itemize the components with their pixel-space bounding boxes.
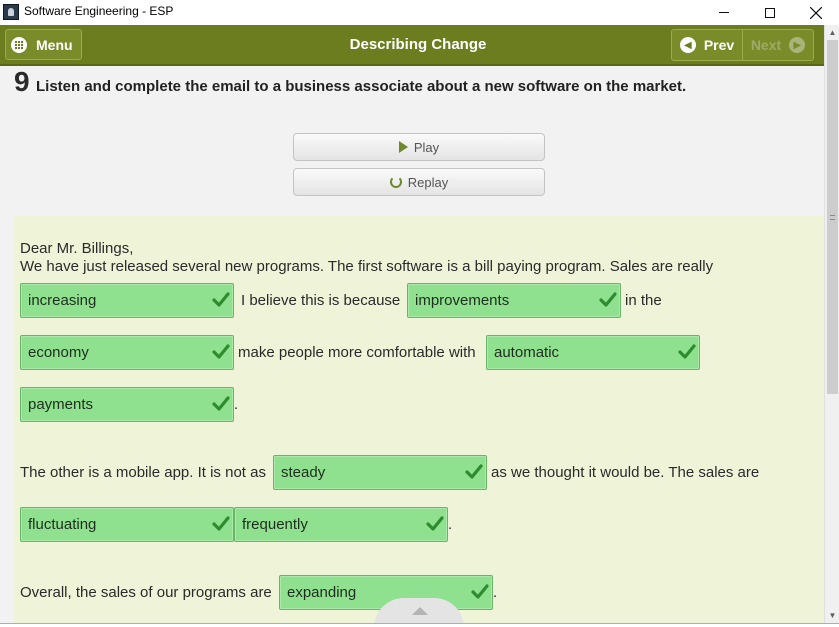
app-header: Menu Describing Change ◀ Prev Next ▶ [0,25,824,66]
answer-value: steady [281,464,326,481]
email-text: . [234,396,239,413]
email-text: . [493,584,498,601]
exercise-number: 9 [14,66,30,97]
answer-value: payments [28,396,94,413]
prev-label: Prev [703,37,735,53]
app-icon [3,4,19,20]
answer-field[interactable]: payments [20,387,234,422]
answer-value: frequently [242,516,308,533]
minimize-icon [719,12,729,13]
scroll-up-arrow-icon[interactable]: ▲ [825,25,839,40]
answer-field[interactable]: improvements [407,283,621,318]
close-icon [810,6,822,19]
checkmark-icon [212,344,230,359]
email-body: Dear Mr. Billings, We have just released… [14,216,824,623]
vertical-scrollbar[interactable]: ▲ ▼ [824,25,839,623]
maximize-icon [765,7,775,18]
scroll-down-arrow-icon[interactable]: ▼ [825,608,839,623]
answer-field[interactable]: automatic [486,335,700,370]
exercise-content: 9 Listen and complete the email to a bus… [0,66,824,623]
email-line: We have just released several new progra… [20,258,714,275]
answer-value: increasing [28,292,97,309]
checkmark-icon [426,516,444,531]
checkmark-icon [212,396,230,411]
window-titlebar: Software Engineering - ESP [0,0,839,25]
answer-value: fluctuating [28,516,97,533]
answer-value: expanding [287,584,357,601]
scrollbar-thumb[interactable] [827,40,838,394]
play-icon [398,141,408,153]
checkmark-icon [599,292,617,307]
play-button[interactable]: Play [293,133,545,161]
answer-field[interactable]: increasing [20,283,234,318]
email-salutation: Dear Mr. Billings, [20,240,134,257]
maximize-button[interactable] [747,0,793,25]
window-title: Software Engineering - ESP [24,4,174,18]
email-text: in the [625,292,662,309]
answer-field[interactable]: steady [273,455,487,490]
email-text: I believe this is because [241,292,401,309]
email-text: make people more comfortable with [238,344,476,361]
replay-icon [389,176,402,188]
checkmark-icon [678,344,696,359]
checkmark-icon [212,516,230,531]
play-label: Play [413,139,440,155]
answer-field[interactable]: frequently [234,507,448,542]
answer-value: automatic [494,344,560,361]
replay-button[interactable]: Replay [293,168,545,196]
email-text: . [448,516,453,533]
minimize-button[interactable] [701,0,747,25]
scroll-grip-icon [830,215,835,220]
prev-button[interactable]: ◀ Prev [672,30,743,60]
pagination-nav: ◀ Prev Next ▶ [671,29,814,61]
chevron-left-icon: ◀ [679,37,696,53]
chevron-right-icon: ▶ [789,37,806,53]
answer-field[interactable]: fluctuating [20,507,234,542]
checkmark-icon [465,464,483,479]
checkmark-icon [471,584,489,599]
email-text: as we thought it would be. The sales are [491,464,760,481]
email-text: Overall, the sales of our programs are [20,584,272,601]
exercise-instruction: Listen and complete the email to a busin… [36,78,687,95]
window-bottom-edge [0,623,839,627]
email-text: The other is a mobile app. It is not as [20,464,266,481]
answer-value: improvements [415,292,510,309]
replay-label: Replay [407,174,449,190]
next-button[interactable]: Next ▶ [743,30,813,60]
answer-value: economy [28,344,89,361]
checkmark-icon [212,292,230,307]
next-label: Next [750,37,782,53]
answer-field[interactable]: economy [20,335,234,370]
close-button[interactable] [793,0,839,25]
